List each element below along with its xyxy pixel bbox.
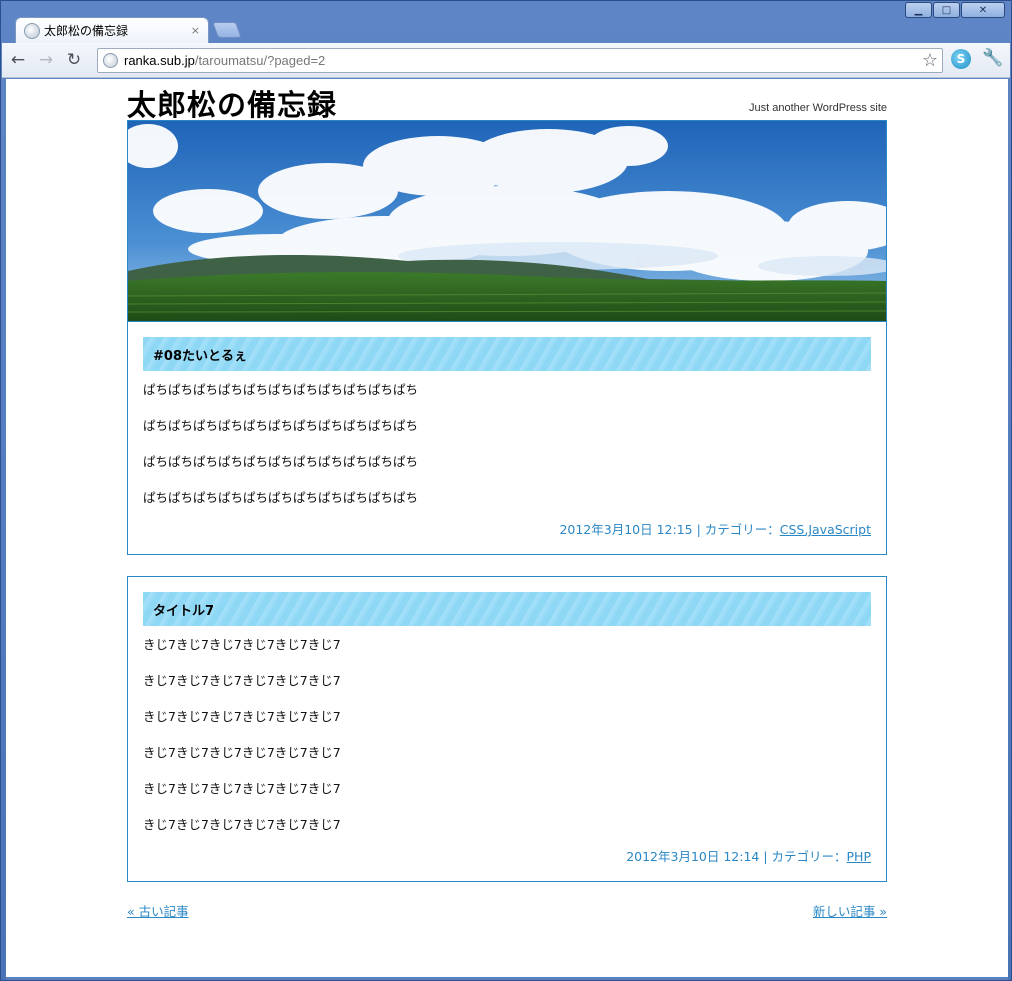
extension-icon[interactable]: S — [951, 49, 971, 69]
pagination: « 古い記事 新しい記事 » — [127, 901, 887, 920]
post-paragraph: きじ7きじ7きじ7きじ7きじ7きじ7 — [143, 673, 341, 688]
globe-icon — [24, 22, 40, 39]
new-tab-button[interactable] — [212, 22, 242, 38]
window-controls: ▁ □ ✕ — [905, 2, 1005, 18]
back-icon[interactable]: ← — [6, 48, 30, 72]
globe-icon — [103, 53, 118, 68]
post-paragraph: きじ7きじ7きじ7きじ7きじ7きじ7 — [143, 745, 341, 760]
post-paragraph: きじ7きじ7きじ7きじ7きじ7きじ7 — [143, 637, 341, 652]
site-title[interactable]: 太郎松の備忘録 — [127, 82, 337, 124]
post-paragraph: ぱちぱちぱちぱちぱちぱちぱちぱちぱちぱちぱち — [143, 418, 419, 433]
post-meta: 2012年3月10日 12:15 | カテゴリー：CSS,JavaScript — [143, 519, 871, 538]
post-paragraph: きじ7きじ7きじ7きじ7きじ7きじ7 — [143, 817, 341, 832]
browser-window: ▁ □ ✕ 太郎松の備忘録 × ← → ↻ ranka.sub.jp/tarou… — [0, 0, 1012, 981]
minimize-button[interactable]: ▁ — [905, 2, 932, 18]
post-article: #08たいとるぇ ぱちぱちぱちぱちぱちぱちぱちぱちぱちぱちぱち ぱちぱちぱちぱち… — [127, 321, 887, 555]
address-bar[interactable]: ranka.sub.jp/taroumatsu/?paged=2 ☆ — [97, 48, 943, 73]
window-bottom-border — [6, 977, 1008, 980]
wrench-icon[interactable]: 🔧 — [982, 48, 1003, 68]
post-body: ぱちぱちぱちぱちぱちぱちぱちぱちぱちぱちぱち ぱちぱちぱちぱちぱちぱちぱちぱちぱ… — [143, 381, 871, 515]
url-path: /taroumatsu/?paged=2 — [194, 53, 326, 68]
older-posts-link[interactable]: « 古い記事 — [127, 901, 189, 920]
url-host: ranka.sub.jp — [124, 53, 195, 68]
post-title[interactable]: #08たいとるぇ — [153, 345, 247, 364]
newer-posts-link[interactable]: 新しい記事 » — [813, 901, 887, 920]
bookmark-star-icon[interactable]: ☆ — [922, 50, 938, 71]
post-body: きじ7きじ7きじ7きじ7きじ7きじ7 きじ7きじ7きじ7きじ7きじ7きじ7 きじ… — [143, 636, 871, 842]
site-header: 太郎松の備忘録 Just another WordPress site — [127, 79, 887, 122]
post-paragraph: きじ7きじ7きじ7きじ7きじ7きじ7 — [143, 709, 341, 724]
site-description: Just another WordPress site — [749, 102, 887, 114]
reload-icon[interactable]: ↻ — [62, 48, 86, 72]
post-paragraph: ぱちぱちぱちぱちぱちぱちぱちぱちぱちぱちぱち — [143, 382, 419, 397]
post-paragraph: きじ7きじ7きじ7きじ7きじ7きじ7 — [143, 781, 341, 796]
tab-title: 太郎松の備忘録 — [44, 24, 129, 38]
post-title-bar: #08たいとるぇ — [143, 337, 871, 371]
close-window-button[interactable]: ✕ — [961, 2, 1005, 18]
title-bar: ▁ □ ✕ 太郎松の備忘録 × — [1, 1, 1011, 43]
post-paragraph: ぱちぱちぱちぱちぱちぱちぱちぱちぱちぱちぱち — [143, 490, 419, 505]
post-paragraph: ぱちぱちぱちぱちぱちぱちぱちぱちぱちぱちぱち — [143, 454, 419, 469]
category-link[interactable]: PHP — [847, 849, 871, 864]
post-date-category: 2012年3月10日 12:14 | カテゴリー： — [626, 849, 847, 864]
header-image — [127, 120, 887, 321]
post-article: タイトル7 きじ7きじ7きじ7きじ7きじ7きじ7 きじ7きじ7きじ7きじ7きじ7… — [127, 576, 887, 882]
category-link[interactable]: CSS,JavaScript — [780, 522, 871, 537]
post-meta: 2012年3月10日 12:14 | カテゴリー：PHP — [143, 846, 871, 865]
page-content: 太郎松の備忘録 Just another WordPress site #08た… — [127, 79, 887, 920]
maximize-button[interactable]: □ — [933, 2, 960, 18]
browser-toolbar: ← → ↻ ranka.sub.jp/taroumatsu/?paged=2 ☆… — [2, 43, 1010, 78]
forward-icon[interactable]: → — [34, 48, 58, 72]
post-title-bar: タイトル7 — [143, 592, 871, 626]
landscape-image — [128, 121, 886, 321]
page-viewport: 太郎松の備忘録 Just another WordPress site #08た… — [6, 79, 1008, 977]
post-title[interactable]: タイトル7 — [153, 600, 214, 619]
browser-tab[interactable]: 太郎松の備忘録 × — [15, 17, 209, 43]
tab-close-icon[interactable]: × — [191, 24, 200, 37]
post-date-category: 2012年3月10日 12:15 | カテゴリー： — [559, 522, 780, 537]
